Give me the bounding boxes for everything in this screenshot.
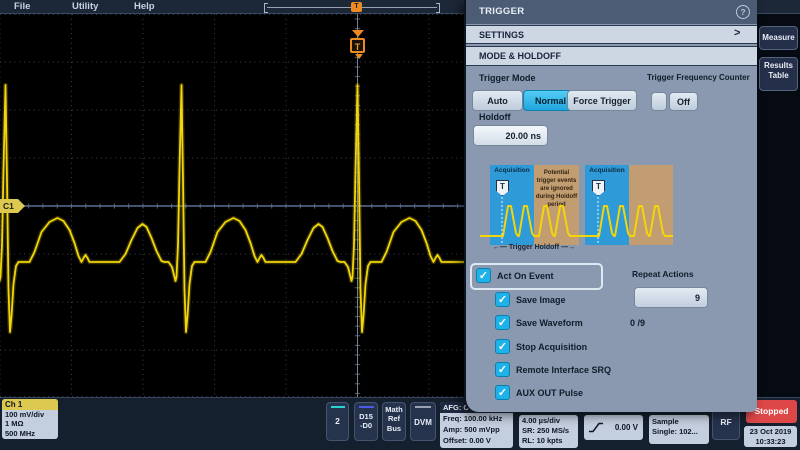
acquisition-badge[interactable]: Sample Single: 102... <box>649 415 709 444</box>
rising-edge-icon <box>588 422 604 433</box>
arrow-right-icon: —→ <box>561 244 575 251</box>
channel-2-button[interactable]: 2 <box>326 402 349 441</box>
record-length: RL: 10 kpts <box>522 436 578 446</box>
acquisition-mode: Sample <box>652 417 709 427</box>
datetime-badge: 23 Oct 2019 10:33:23 <box>744 426 797 447</box>
chevron-right-icon: > <box>734 27 740 39</box>
channel-2-color-line <box>331 406 345 408</box>
save-image-label: Save Image <box>516 295 566 305</box>
frequency-counter-off-button[interactable]: Off <box>669 92 698 111</box>
trigger-holdoff-arrow-label: Trigger Holdoff <box>509 244 559 251</box>
save-image-checkbox[interactable]: ✓ <box>495 292 510 307</box>
channel-2-label: 2 <box>327 416 348 426</box>
channel-1-name: Ch 1 <box>2 399 58 410</box>
trigger-mode-label: Trigger Mode <box>479 73 536 83</box>
frequency-counter-toggle[interactable] <box>651 92 667 111</box>
remote-interface-srq-checkbox[interactable]: ✓ <box>495 362 510 377</box>
digital-label-1: D15 <box>355 412 377 421</box>
help-icon[interactable]: ? <box>736 5 750 19</box>
save-waveform-progress: 0 /9 <box>630 318 645 328</box>
stop-acquisition-label: Stop Acquisition <box>516 342 587 352</box>
horizontal-badge[interactable]: 4.00 µs/div SR: 250 MS/s RL: 10 kpts <box>519 415 578 448</box>
save-waveform-label: Save Waveform <box>516 318 583 328</box>
holdoff-input[interactable]: 20.00 ns <box>473 125 548 146</box>
math-ref-bus-button[interactable]: Math Ref Bus <box>382 402 406 441</box>
trigger-position-flag[interactable]: T <box>350 38 365 53</box>
afg-freq: Freq: 100.00 kHz <box>440 413 513 424</box>
act-on-event-label: Act On Event <box>497 271 554 281</box>
stop-acquisition-checkbox[interactable]: ✓ <box>495 339 510 354</box>
slider-right-bracket <box>436 3 440 13</box>
trigger-position-triangle-icon <box>352 30 364 37</box>
slider-trigger-marker[interactable]: T <box>351 2 362 12</box>
channel-1-scale: 100 mV/div <box>2 410 58 419</box>
menu-help[interactable]: Help <box>134 1 155 12</box>
horizontal-scale: 4.00 µs/div <box>522 416 578 426</box>
waveform-display <box>0 14 464 397</box>
dvm-color-line <box>415 406 431 408</box>
act-on-event-checkbox[interactable]: ✓ <box>476 268 491 283</box>
holdoff-diagram: Acquisition Potential trigger events are… <box>472 160 682 260</box>
channel-1-bandwidth: 500 MHz <box>2 429 58 438</box>
menu-utility[interactable]: Utility <box>72 1 98 12</box>
results-table-button[interactable]: Results Table <box>759 57 798 91</box>
auto-button[interactable]: Auto <box>472 90 523 111</box>
remote-interface-srq-label: Remote Interface SRQ <box>516 365 611 375</box>
trigger-holdoff-span: ←— Trigger Holdoff —→ <box>486 244 582 251</box>
measure-button[interactable]: Measure <box>759 26 798 50</box>
slider-left-bracket <box>264 3 268 13</box>
save-waveform-checkbox[interactable]: ✓ <box>495 315 510 330</box>
menu-file[interactable]: File <box>14 1 30 12</box>
digital-channels-button[interactable]: D15 -D0 <box>354 402 378 441</box>
holdoff-label: Holdoff <box>479 112 511 122</box>
aux-out-pulse-label: AUX OUT Pulse <box>516 388 583 398</box>
afg-amp: Amp: 500 mVpp <box>440 424 513 435</box>
repeat-actions-label: Repeat Actions <box>632 269 694 279</box>
arrow-left-icon: ←— <box>493 244 507 251</box>
dvm-label: DVM <box>411 418 435 427</box>
sample-rate: SR: 250 MS/s <box>522 426 578 436</box>
digital-label-2: -D0 <box>355 421 377 430</box>
repeat-actions-input[interactable]: 9 <box>634 287 708 308</box>
digital-color-line <box>359 406 374 408</box>
panel-title: TRIGGER <box>466 0 757 24</box>
channel-1-impedance: 1 MΩ <box>2 419 58 428</box>
trigger-badge[interactable]: 0.00 V <box>584 415 643 440</box>
trigger-frequency-counter-label: Trigger Frequency Counter <box>647 73 750 82</box>
oscilloscope-screen: File Utility Help T C1 T Tek/tronix Meas… <box>0 0 800 450</box>
aux-out-pulse-checkbox[interactable]: ✓ <box>495 385 510 400</box>
mode-holdoff-row[interactable]: MODE & HOLDOFF <box>466 46 757 66</box>
time-label: 10:33:23 <box>744 437 797 447</box>
afg-offset: Offset: 0.00 V <box>440 435 513 446</box>
trigger-flag-tip-icon <box>355 54 363 59</box>
trigger-level-value: 0.00 V <box>615 423 638 433</box>
channel-1-badge[interactable]: Ch 1 100 mV/div 1 MΩ 500 MHz <box>2 399 58 439</box>
force-trigger-button[interactable]: Force Trigger <box>567 90 637 111</box>
settings-row[interactable]: SETTINGS <box>466 25 757 44</box>
dvm-button[interactable]: DVM <box>410 402 436 441</box>
trigger-panel: TRIGGER ? SETTINGS > MODE & HOLDOFF Trig… <box>464 0 757 412</box>
acquisition-single: Single: 102... <box>652 427 709 437</box>
date-label: 23 Oct 2019 <box>744 427 797 437</box>
